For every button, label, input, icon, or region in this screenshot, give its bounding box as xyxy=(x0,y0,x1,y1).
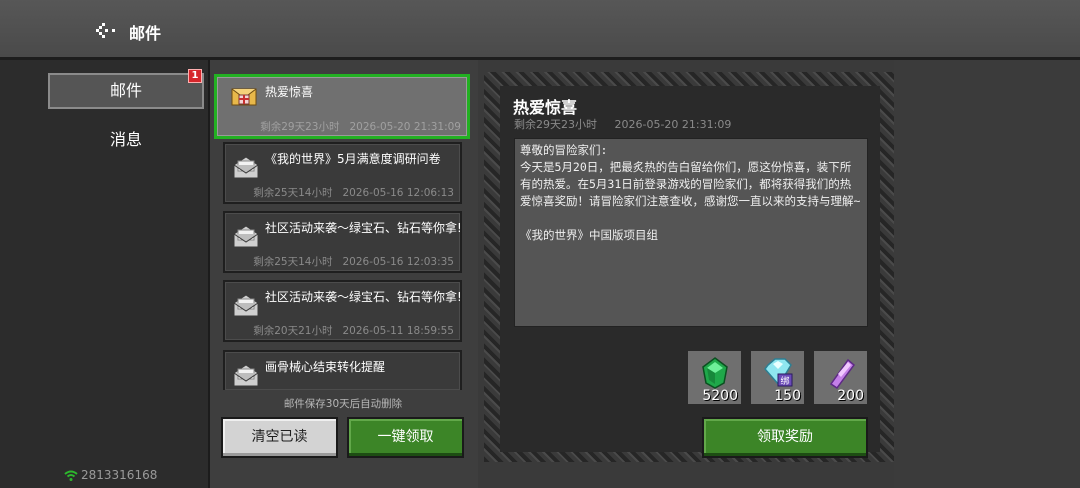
page-title: 邮件 xyxy=(129,24,162,43)
mail-body: 尊敬的冒险家们: 今天是5月20日，把最炙热的告白留给你们，愿这份惊喜，装下所有… xyxy=(514,138,868,327)
mail-body-line xyxy=(520,210,862,227)
mail-body-line: 尊敬的冒险家们: xyxy=(520,143,608,157)
mail-title: 热爱惊喜 xyxy=(265,85,314,99)
mail-title: 画骨械心结束转化提醒 xyxy=(265,360,386,374)
retention-note: 邮件保存30天后自动删除 xyxy=(283,398,403,410)
top-bar: 邮件 xyxy=(0,0,1080,60)
mail-meta: 剩余29天23小时 2026-05-20 21:31:09 xyxy=(260,121,461,133)
amethyst-crystal-icon xyxy=(829,358,856,389)
open-envelope-icon xyxy=(233,225,259,248)
open-envelope-icon xyxy=(233,156,259,179)
reward-slot[interactable]: 200 xyxy=(813,350,868,405)
reward-slot[interactable]: 5200 xyxy=(687,350,742,405)
back-icon[interactable] xyxy=(96,22,118,38)
reward-count: 150 xyxy=(774,388,801,404)
bound-tag: 绑 xyxy=(780,375,789,387)
reward-count: 200 xyxy=(837,388,864,404)
mail-title: 《我的世界》5月满意度调研问卷 xyxy=(265,152,441,166)
claim-reward-button[interactable]: 领取奖励 xyxy=(702,417,868,458)
wifi-icon xyxy=(64,470,78,481)
collect-all-button[interactable]: 一键领取 xyxy=(347,417,464,458)
right-background xyxy=(894,60,1080,488)
nav-tab-messages[interactable]: 消息 xyxy=(48,122,204,158)
open-envelope-icon xyxy=(233,294,259,317)
mail-item[interactable]: 画骨械心结束转化提醒 xyxy=(223,350,462,390)
player-id: 2813316168 xyxy=(81,468,158,482)
mail-title: 社区活动来袭～绿宝石、钻石等你拿! xyxy=(265,221,462,235)
emerald-icon xyxy=(702,357,728,389)
mail-item[interactable]: 热爱惊喜 剩余29天23小时 2026-05-20 21:31:09 xyxy=(214,74,470,139)
reward-count: 5200 xyxy=(702,388,738,404)
bound-diamond-icon: 绑 xyxy=(764,358,793,387)
nav-tab-mail[interactable]: 邮件 xyxy=(48,73,204,109)
open-envelope-icon xyxy=(233,364,259,387)
reward-slot[interactable]: 绑 150 xyxy=(750,350,805,405)
mail-meta: 剩余25天14小时 2026-05-16 12:06:13 xyxy=(253,187,454,199)
mail-meta: 剩余20天21小时 2026-05-11 18:59:55 xyxy=(253,325,454,337)
detail-meta: 剩余29天23小时 2026-05-20 21:31:09 xyxy=(514,118,732,131)
mail-item[interactable]: 社区活动来袭～绿宝石、钻石等你拿! 剩余25天14小时 2026-05-16 1… xyxy=(223,211,462,273)
unread-badge: 1 xyxy=(188,69,202,83)
mail-body-line: 《我的世界》中国版项目组 xyxy=(520,228,658,242)
mail-item[interactable]: 《我的世界》5月满意度调研问卷 剩余25天14小时 2026-05-16 12:… xyxy=(223,142,462,204)
mail-meta: 剩余25天14小时 2026-05-16 12:03:35 xyxy=(253,256,454,268)
detail-title: 热爱惊喜 xyxy=(513,98,578,117)
gift-envelope-icon xyxy=(231,88,257,106)
clear-read-button[interactable]: 清空已读 xyxy=(221,417,338,458)
mail-title: 社区活动来袭～绿宝石、钻石等你拿! xyxy=(265,290,462,304)
mail-body-line: 今天是5月20日，把最炙热的告白留给你们，愿这份惊喜，装下所有的热爱。在5月31… xyxy=(520,160,861,208)
mail-item[interactable]: 社区活动来袭～绿宝石、钻石等你拿! 剩余20天21小时 2026-05-11 1… xyxy=(223,280,462,342)
